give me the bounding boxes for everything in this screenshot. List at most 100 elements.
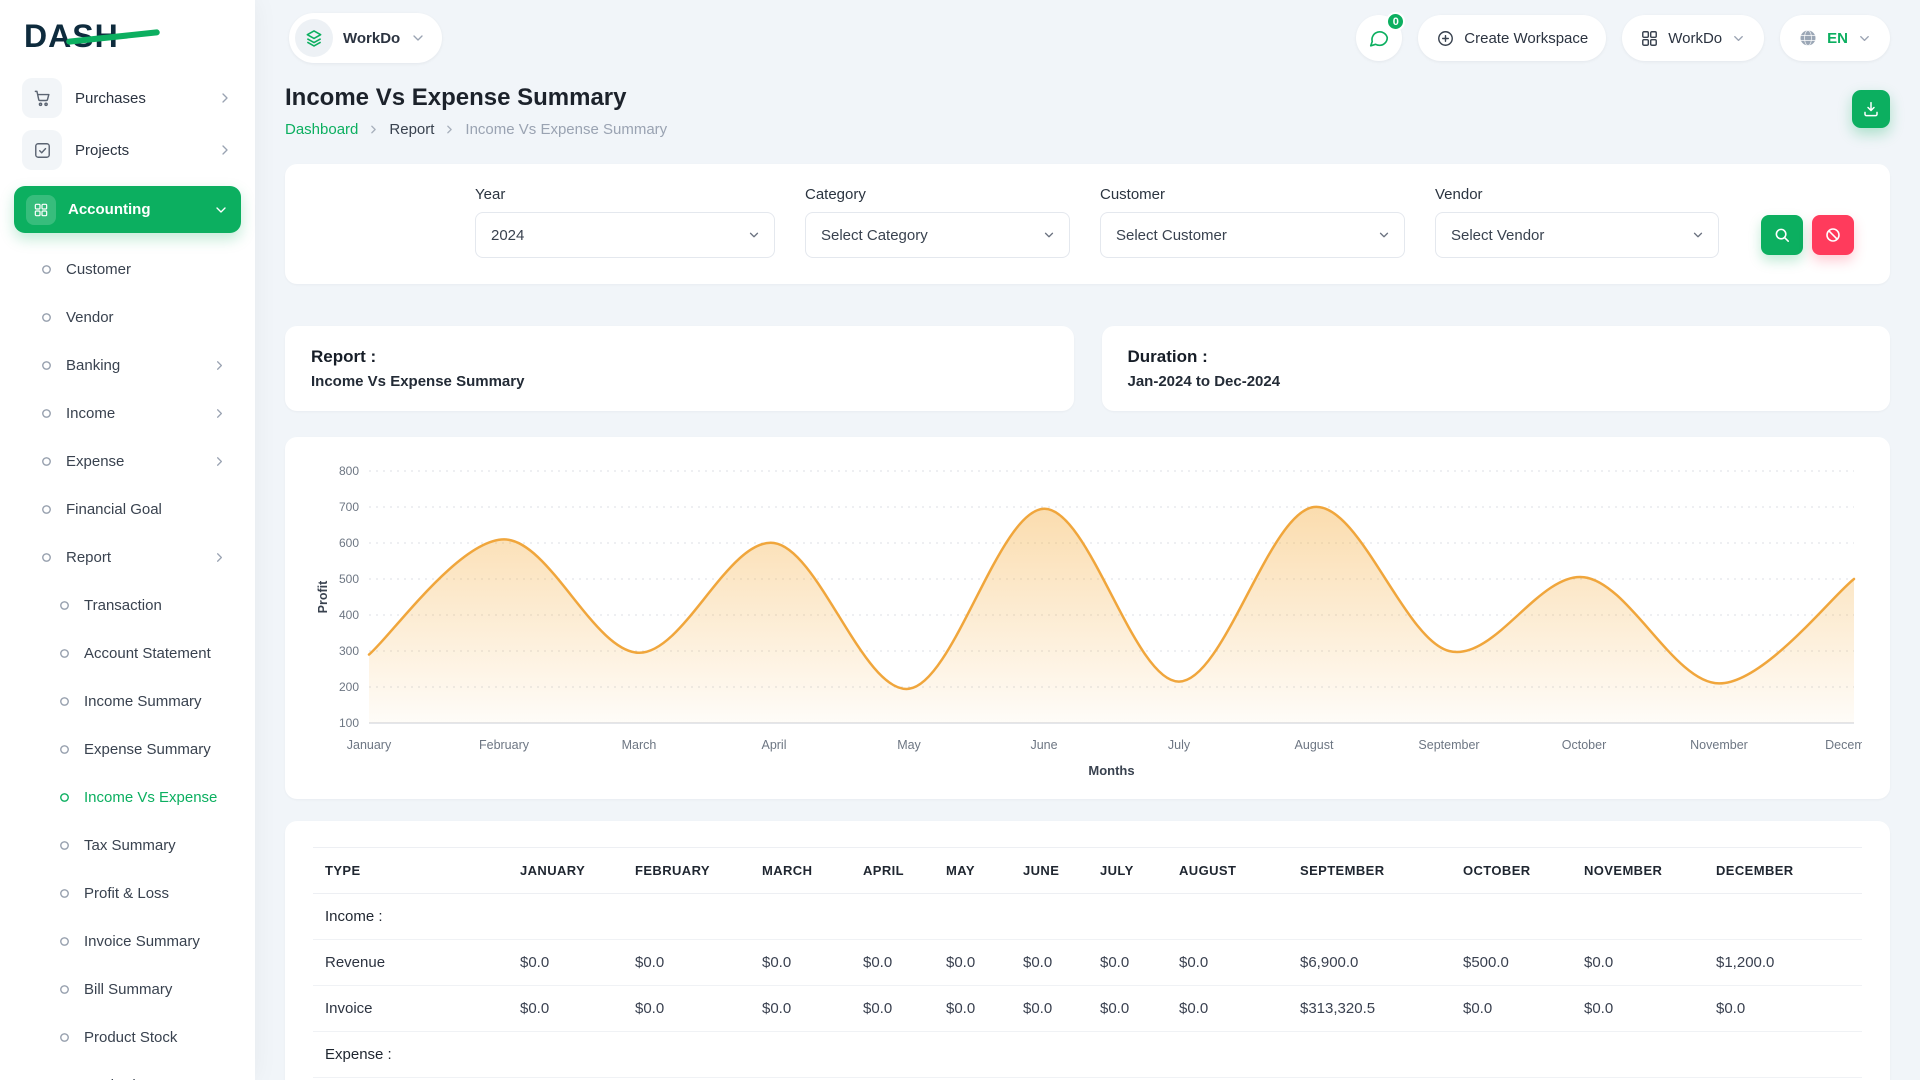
table-header-cell: AUGUST	[1167, 848, 1288, 894]
y-tick-label: 500	[339, 572, 359, 586]
customer-select-wrap: Select Customer	[1100, 212, 1405, 258]
sidebar-item-transaction[interactable]: Transaction	[14, 581, 241, 629]
table-header-cell: MARCH	[750, 848, 851, 894]
breadcrumb-current: Income Vs Expense Summary	[465, 121, 667, 138]
sidebar-item-purchases[interactable]: Purchases	[14, 72, 241, 124]
workdo-menu[interactable]: WorkDo	[1622, 15, 1764, 61]
vendor-select[interactable]: Select Vendor	[1435, 212, 1719, 258]
category-select-wrap: Select Category	[805, 212, 1070, 258]
messages-button[interactable]: 0	[1356, 15, 1402, 61]
sidebar-item-label: Product Stock	[84, 1029, 227, 1046]
sidebar-item-accounting[interactable]: Accounting	[14, 186, 241, 233]
sidebar: DASH Purchases Projects Accounting Custo…	[0, 0, 255, 1080]
table-card: TYPEJANUARYFEBRUARYMARCHAPRILMAYJUNEJULY…	[285, 821, 1890, 1080]
table-header-cell: TYPE	[313, 848, 508, 894]
table-section-label: Income :	[313, 894, 1862, 940]
report-card-value: Income Vs Expense Summary	[311, 373, 1048, 390]
workspace-avatar-icon	[295, 19, 333, 57]
sidebar-item-expense[interactable]: Expense	[14, 437, 241, 485]
table-row-label: Invoice	[313, 986, 508, 1032]
download-icon	[1862, 100, 1880, 118]
y-axis-title: Profit	[316, 580, 330, 613]
table-header-cell: SEPTEMBER	[1288, 848, 1451, 894]
topbar: WorkDo 0 Create Workspace WorkDo EN	[285, 0, 1890, 64]
sidebar-item-cash-flow[interactable]: Cash Flow	[14, 1061, 241, 1080]
workspace-selector[interactable]: WorkDo	[289, 13, 442, 63]
chevron-down-icon	[213, 202, 229, 218]
table-cell: $0.0	[1167, 940, 1288, 986]
reset-button[interactable]	[1812, 215, 1854, 255]
table-cell: $0.0	[1011, 940, 1088, 986]
breadcrumb-dashboard[interactable]: Dashboard	[285, 121, 358, 138]
chevron-right-icon	[443, 123, 456, 136]
year-filter-label: Year	[475, 186, 775, 203]
table-cell: $500.0	[1451, 940, 1572, 986]
main-content: WorkDo 0 Create Workspace WorkDo EN	[255, 0, 1920, 1080]
sidebar-item-label: Tax Summary	[84, 837, 227, 854]
sidebar-item-label: Expense Summary	[84, 741, 227, 758]
category-select[interactable]: Select Category	[805, 212, 1070, 258]
bullet-icon	[58, 695, 71, 708]
sidebar-item-bill-summary[interactable]: Bill Summary	[14, 965, 241, 1013]
table-cell: $0.0	[851, 940, 934, 986]
table-header-cell: JANUARY	[508, 848, 623, 894]
sidebar-item-label: Projects	[75, 142, 204, 159]
sidebar-item-profit-loss[interactable]: Profit & Loss	[14, 869, 241, 917]
table-cell: $0.0	[1451, 986, 1572, 1032]
x-tick-label: September	[1418, 738, 1479, 752]
x-axis-title: Months	[1088, 763, 1134, 778]
sidebar-item-label: Purchases	[75, 90, 204, 107]
table-section-label: Expense :	[313, 1032, 1862, 1078]
sidebar-nav: Purchases Projects Accounting CustomerVe…	[14, 72, 241, 1080]
table-cell: $0.0	[1011, 986, 1088, 1032]
chevron-right-icon	[212, 550, 227, 565]
filter-card: Year 2024 Category Select Category Custo…	[285, 164, 1890, 284]
chevron-right-icon	[217, 90, 233, 106]
sidebar-item-expense-summary[interactable]: Expense Summary	[14, 725, 241, 773]
x-tick-label: March	[622, 738, 657, 752]
sidebar-item-projects[interactable]: Projects	[14, 124, 241, 176]
sidebar-item-report[interactable]: Report	[14, 533, 241, 581]
sidebar-item-label: Report	[66, 549, 199, 566]
sidebar-item-income-summary[interactable]: Income Summary	[14, 677, 241, 725]
year-select[interactable]: 2024	[475, 212, 775, 258]
sidebar-item-banking[interactable]: Banking	[14, 341, 241, 389]
chevron-down-icon	[1731, 31, 1746, 46]
language-selector[interactable]: EN	[1780, 15, 1890, 61]
sidebar-item-vendor[interactable]: Vendor	[14, 293, 241, 341]
bullet-icon	[58, 839, 71, 852]
sidebar-item-product-stock[interactable]: Product Stock	[14, 1013, 241, 1061]
x-tick-label: August	[1295, 738, 1334, 752]
create-workspace-button[interactable]: Create Workspace	[1418, 15, 1606, 61]
table-header-cell: JULY	[1088, 848, 1167, 894]
income-expense-chart: 100200300400500600700800JanuaryFebruaryM…	[313, 459, 1862, 781]
sidebar-item-account-statement[interactable]: Account Statement	[14, 629, 241, 677]
bullet-icon	[58, 935, 71, 948]
table-cell: $0.0	[851, 986, 934, 1032]
x-tick-label: April	[761, 738, 786, 752]
sidebar-item-income[interactable]: Income	[14, 389, 241, 437]
language-label: EN	[1827, 30, 1848, 47]
summary-cards-row: Report : Income Vs Expense Summary Durat…	[285, 326, 1890, 411]
sidebar-item-customer[interactable]: Customer	[14, 245, 241, 293]
chevron-down-icon	[410, 30, 426, 46]
sidebar-item-financial-goal[interactable]: Financial Goal	[14, 485, 241, 533]
app-logo[interactable]: DASH	[14, 0, 241, 72]
download-button[interactable]	[1852, 90, 1890, 128]
table-cell: $0.0	[623, 940, 750, 986]
customer-filter-label: Customer	[1100, 186, 1405, 203]
search-button[interactable]	[1761, 215, 1803, 255]
year-select-wrap: 2024	[475, 212, 775, 258]
customer-select[interactable]: Select Customer	[1100, 212, 1405, 258]
sidebar-item-label: Cash Flow	[84, 1077, 227, 1080]
sidebar-item-invoice-summary[interactable]: Invoice Summary	[14, 917, 241, 965]
x-tick-label: June	[1030, 738, 1057, 752]
globe-icon	[1798, 28, 1818, 48]
bullet-icon	[58, 983, 71, 996]
sidebar-item-label: Income Vs Expense	[84, 789, 227, 806]
vendor-select-wrap: Select Vendor	[1435, 212, 1719, 258]
sidebar-item-income-vs-expense[interactable]: Income Vs Expense	[14, 773, 241, 821]
breadcrumb-report[interactable]: Report	[389, 121, 434, 138]
sidebar-item-tax-summary[interactable]: Tax Summary	[14, 821, 241, 869]
x-tick-label: December	[1825, 738, 1862, 752]
